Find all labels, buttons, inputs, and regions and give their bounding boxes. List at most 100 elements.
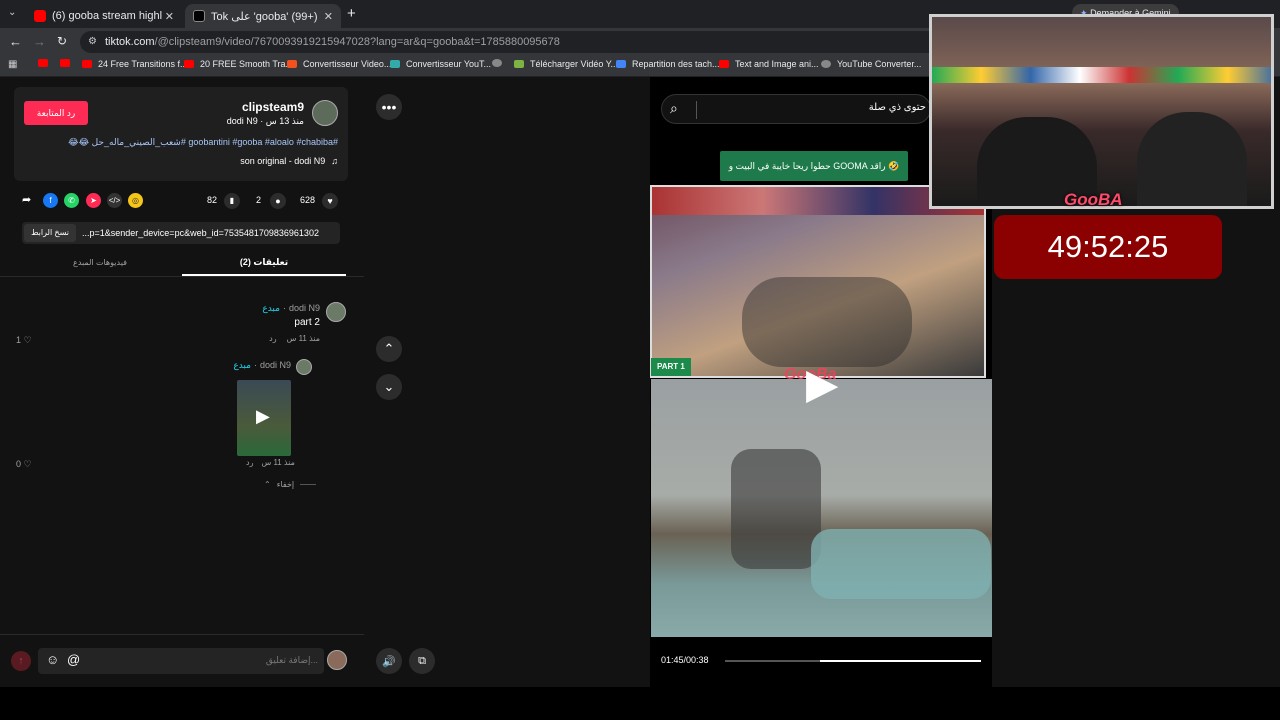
bookmark-item[interactable]: Text and Image ani... [719, 59, 819, 69]
comment-time: منذ 11 س [286, 334, 320, 343]
previous-video-button[interactable]: ⌃ [376, 336, 402, 362]
bookmark-label: Télécharger Vidéo Y... [530, 59, 619, 69]
share-arrow-icon[interactable]: ➦ [22, 193, 31, 206]
comment-author-row: مبدع · dodi N9 [262, 303, 320, 314]
comment-author[interactable]: dodi N9 [260, 360, 291, 371]
blanket [811, 529, 991, 599]
comment-like[interactable]: 1 ♡ [16, 335, 32, 346]
address-bar[interactable]: ⚙ tiktok.com/@clipsteam9/video/767009391… [80, 31, 950, 53]
bookmark-item[interactable]: YouTube Converter... [821, 59, 921, 69]
back-icon[interactable]: ← [9, 34, 22, 49]
webcam-feed [929, 14, 1274, 209]
apps-icon[interactable]: ▦ [8, 59, 17, 70]
whatsapp-icon[interactable]: ✆ [64, 193, 79, 208]
comment-time: منذ 11 س [261, 458, 295, 467]
like-count: 628 [300, 195, 316, 205]
docs-icon [616, 60, 626, 68]
heart-icon: ♡ [23, 335, 32, 345]
miniplayer-icon[interactable]: ⧉ [409, 648, 435, 674]
divider-line [300, 484, 317, 485]
mention-icon[interactable]: @ [67, 652, 80, 667]
flags-row [932, 67, 1271, 83]
hide-replies[interactable]: ⌃ إخفاء [264, 480, 317, 489]
people-group [742, 277, 912, 367]
avatar[interactable] [326, 302, 346, 322]
bookmark-youtube-2[interactable] [60, 59, 76, 67]
like-icon[interactable]: ♥ [322, 193, 338, 209]
avatar[interactable] [312, 100, 338, 126]
bookmark-label: Repartition des tach... [632, 59, 720, 69]
post-hashtags[interactable]: #goobantini #gooba #aloalo #chabiba #شعب… [38, 137, 338, 148]
tab-tiktok-search[interactable]: Tok على 'gooba' اعثر على (+99) ✕ [185, 4, 341, 28]
post-link[interactable]: ...p=1&sender_device=pc&web_id=753548170… [82, 222, 338, 244]
follow-back-button[interactable]: رد المتابعة [24, 101, 88, 125]
comment-input[interactable]: ☺ @ إضافة تعليق... [38, 648, 324, 674]
volume-icon[interactable]: 🔊 [376, 648, 402, 674]
coin-icon[interactable]: ◎ [128, 193, 143, 208]
search-icon[interactable]: ⌕ [670, 100, 678, 117]
tab-gooba-highlight[interactable]: (6) gooba stream highlight #8 ✕ [26, 4, 182, 28]
youtube-icon [38, 59, 48, 67]
forward-icon[interactable]: → [33, 34, 46, 49]
part-label: PART 1 [651, 358, 691, 376]
bookmark-item[interactable]: Convertisseur YouT... [390, 59, 491, 69]
avatar[interactable] [296, 359, 312, 375]
bookmark-item[interactable]: Repartition des tach... [616, 59, 720, 69]
bookmark-item[interactable]: Télécharger Vidéo Y... [514, 59, 618, 69]
tab-search-icon[interactable]: ⌄ [8, 7, 16, 18]
tab-creator-videos[interactable]: فيديوهات المبدع [18, 258, 182, 267]
tiktok-icon [193, 10, 205, 22]
progress-fill [819, 660, 981, 662]
new-tab-button[interactable]: + [347, 5, 356, 22]
person-right [1137, 112, 1247, 206]
comment-author-row: مبدع · dodi N9 [233, 360, 291, 371]
post-meta: dodi N9 · منذ 13 س [226, 116, 304, 126]
youtube-icon [60, 59, 70, 67]
bookmark-youtube-1[interactable] [38, 59, 54, 67]
video-caption-banner: حطوا ريحا خايبة في البيت و GOOMA راقد 🤣 [720, 151, 908, 181]
comment-video-thumbnail[interactable]: ▶ [237, 380, 291, 456]
reply-button[interactable]: رد [269, 334, 276, 343]
save-count: 82 [207, 195, 218, 205]
search-cursor [696, 101, 697, 119]
next-video-button[interactable]: ⌄ [376, 374, 402, 400]
bookmark-item[interactable]: Convertisseur Video... [287, 59, 391, 69]
copy-link-button[interactable]: نسخ الرابط [24, 224, 76, 242]
tab-comments[interactable]: تعليقات (2) [182, 257, 346, 268]
site-info-icon[interactable]: ⚙ [88, 31, 97, 53]
facebook-icon[interactable]: f [43, 193, 58, 208]
bottom-bar [0, 687, 1280, 720]
more-options-icon[interactable]: ••• [376, 94, 402, 120]
bookmark-item[interactable]: 24 Free Transitions f... [82, 59, 188, 69]
send-icon[interactable]: ➤ [86, 193, 101, 208]
comment-like[interactable]: 0 ♡ [16, 459, 32, 470]
post-comment-button[interactable]: ↑ [11, 651, 31, 671]
emoji-icon[interactable]: ☺ [46, 652, 59, 667]
tab-label: (6) gooba stream highlight #8 [52, 10, 162, 22]
comment-count: 2 [256, 195, 262, 205]
sound-row[interactable]: son original - dodi N9 ♫ [240, 156, 338, 166]
post-username[interactable]: clipsteam9 [242, 100, 304, 114]
play-icon[interactable]: ▶ [806, 363, 838, 405]
bookmark-label: 24 Free Transitions f... [98, 59, 188, 69]
comment-author[interactable]: dodi N9 [289, 303, 320, 314]
video-frame-top [650, 185, 986, 378]
bookmark-item[interactable]: 20 FREE Smooth Tra... [184, 59, 293, 69]
comment-icon[interactable]: ● [270, 193, 286, 209]
bookmark-icon[interactable]: ▮ [224, 193, 240, 209]
video-frame-bottom [651, 379, 992, 637]
search-bar[interactable]: ⌕ حتوى ذي صلة [661, 94, 931, 124]
close-tab-icon[interactable]: ✕ [165, 10, 174, 23]
youtube-icon [184, 60, 194, 68]
creator-badge: مبدع [262, 303, 280, 313]
creator-badge: مبدع [233, 360, 251, 370]
reply-button[interactable]: رد [246, 458, 253, 467]
close-tab-icon[interactable]: ✕ [324, 10, 333, 23]
progress-track[interactable] [725, 660, 981, 662]
music-note-icon: ♫ [331, 156, 338, 166]
tab-divider [0, 276, 364, 277]
bookmark-item[interactable] [492, 59, 508, 67]
stream-timer: 49:52:25 [994, 215, 1222, 279]
reload-icon[interactable]: ↻ [57, 34, 67, 48]
embed-icon[interactable]: </> [107, 193, 122, 208]
